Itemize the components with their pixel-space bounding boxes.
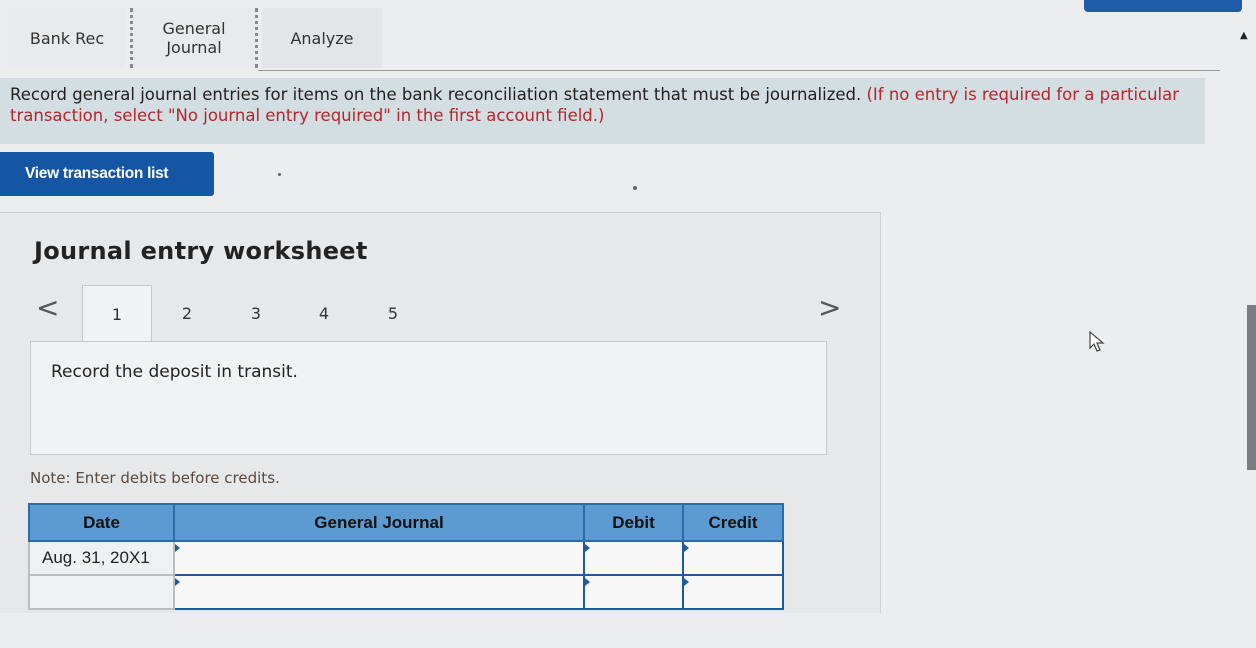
account-field[interactable] — [173, 574, 585, 610]
account-field[interactable] — [173, 540, 585, 576]
tab-analyze[interactable]: Analyze — [262, 8, 382, 68]
mouse-pointer-icon — [1089, 330, 1105, 352]
decorative-dot — [278, 173, 281, 176]
previous-arrow-icon[interactable]: < — [36, 291, 59, 324]
step-content-box: Record the deposit in transit. — [30, 341, 827, 455]
date-cell: Aug. 31, 20X1 — [28, 540, 175, 576]
column-header-debit: Debit — [583, 503, 684, 542]
view-transaction-list-button[interactable]: View transaction list — [0, 152, 214, 196]
tab-general-journal[interactable]: General Journal — [130, 8, 258, 68]
next-arrow-icon[interactable]: > — [818, 291, 841, 324]
step-tab-2[interactable]: 2 — [152, 285, 222, 341]
credit-field[interactable] — [682, 574, 784, 610]
tab-analyze-label: Analyze — [290, 28, 354, 48]
decorative-dot — [633, 186, 637, 190]
tab-bar: Bank Rec General Journal Analyze — [0, 0, 1256, 72]
tab-divider — [258, 70, 1220, 71]
table-row: Aug. 31, 20X1 — [28, 540, 784, 576]
instruction-text: Record general journal entries for items… — [10, 85, 862, 104]
step-prompt: Record the deposit in transit. — [51, 362, 298, 382]
debit-field[interactable] — [583, 540, 684, 576]
table-row — [28, 574, 784, 610]
step-tab-3[interactable]: 3 — [221, 285, 291, 341]
step-tab-5[interactable]: 5 — [358, 285, 428, 341]
tab-general-journal-label: General Journal — [162, 19, 226, 57]
step-tab-1[interactable]: 1 — [82, 285, 152, 342]
table-header-row: Date General Journal Debit Credit — [28, 503, 784, 542]
scrollbar-thumb[interactable] — [1247, 305, 1256, 470]
worksheet-title: Journal entry worksheet — [34, 237, 368, 265]
instruction-banner: Record general journal entries for items… — [0, 78, 1205, 144]
date-cell — [28, 574, 175, 610]
column-header-credit: Credit — [682, 503, 784, 542]
column-header-date: Date — [28, 503, 175, 542]
scroll-up-arrow-icon[interactable]: ▲ — [1240, 30, 1248, 41]
tab-bank-rec[interactable]: Bank Rec — [8, 8, 126, 68]
entry-note: Note: Enter debits before credits. — [30, 469, 280, 487]
column-header-general-journal: General Journal — [173, 503, 585, 542]
debit-field[interactable] — [583, 574, 684, 610]
tab-bank-rec-label: Bank Rec — [29, 28, 105, 48]
step-tab-4[interactable]: 4 — [289, 285, 359, 341]
top-right-button[interactable] — [1084, 0, 1242, 12]
journal-table: Date General Journal Debit Credit Aug. 3… — [28, 503, 784, 610]
credit-field[interactable] — [682, 540, 784, 576]
journal-entry-worksheet-panel: Journal entry worksheet < 1 2 3 4 5 > Re… — [0, 212, 881, 613]
